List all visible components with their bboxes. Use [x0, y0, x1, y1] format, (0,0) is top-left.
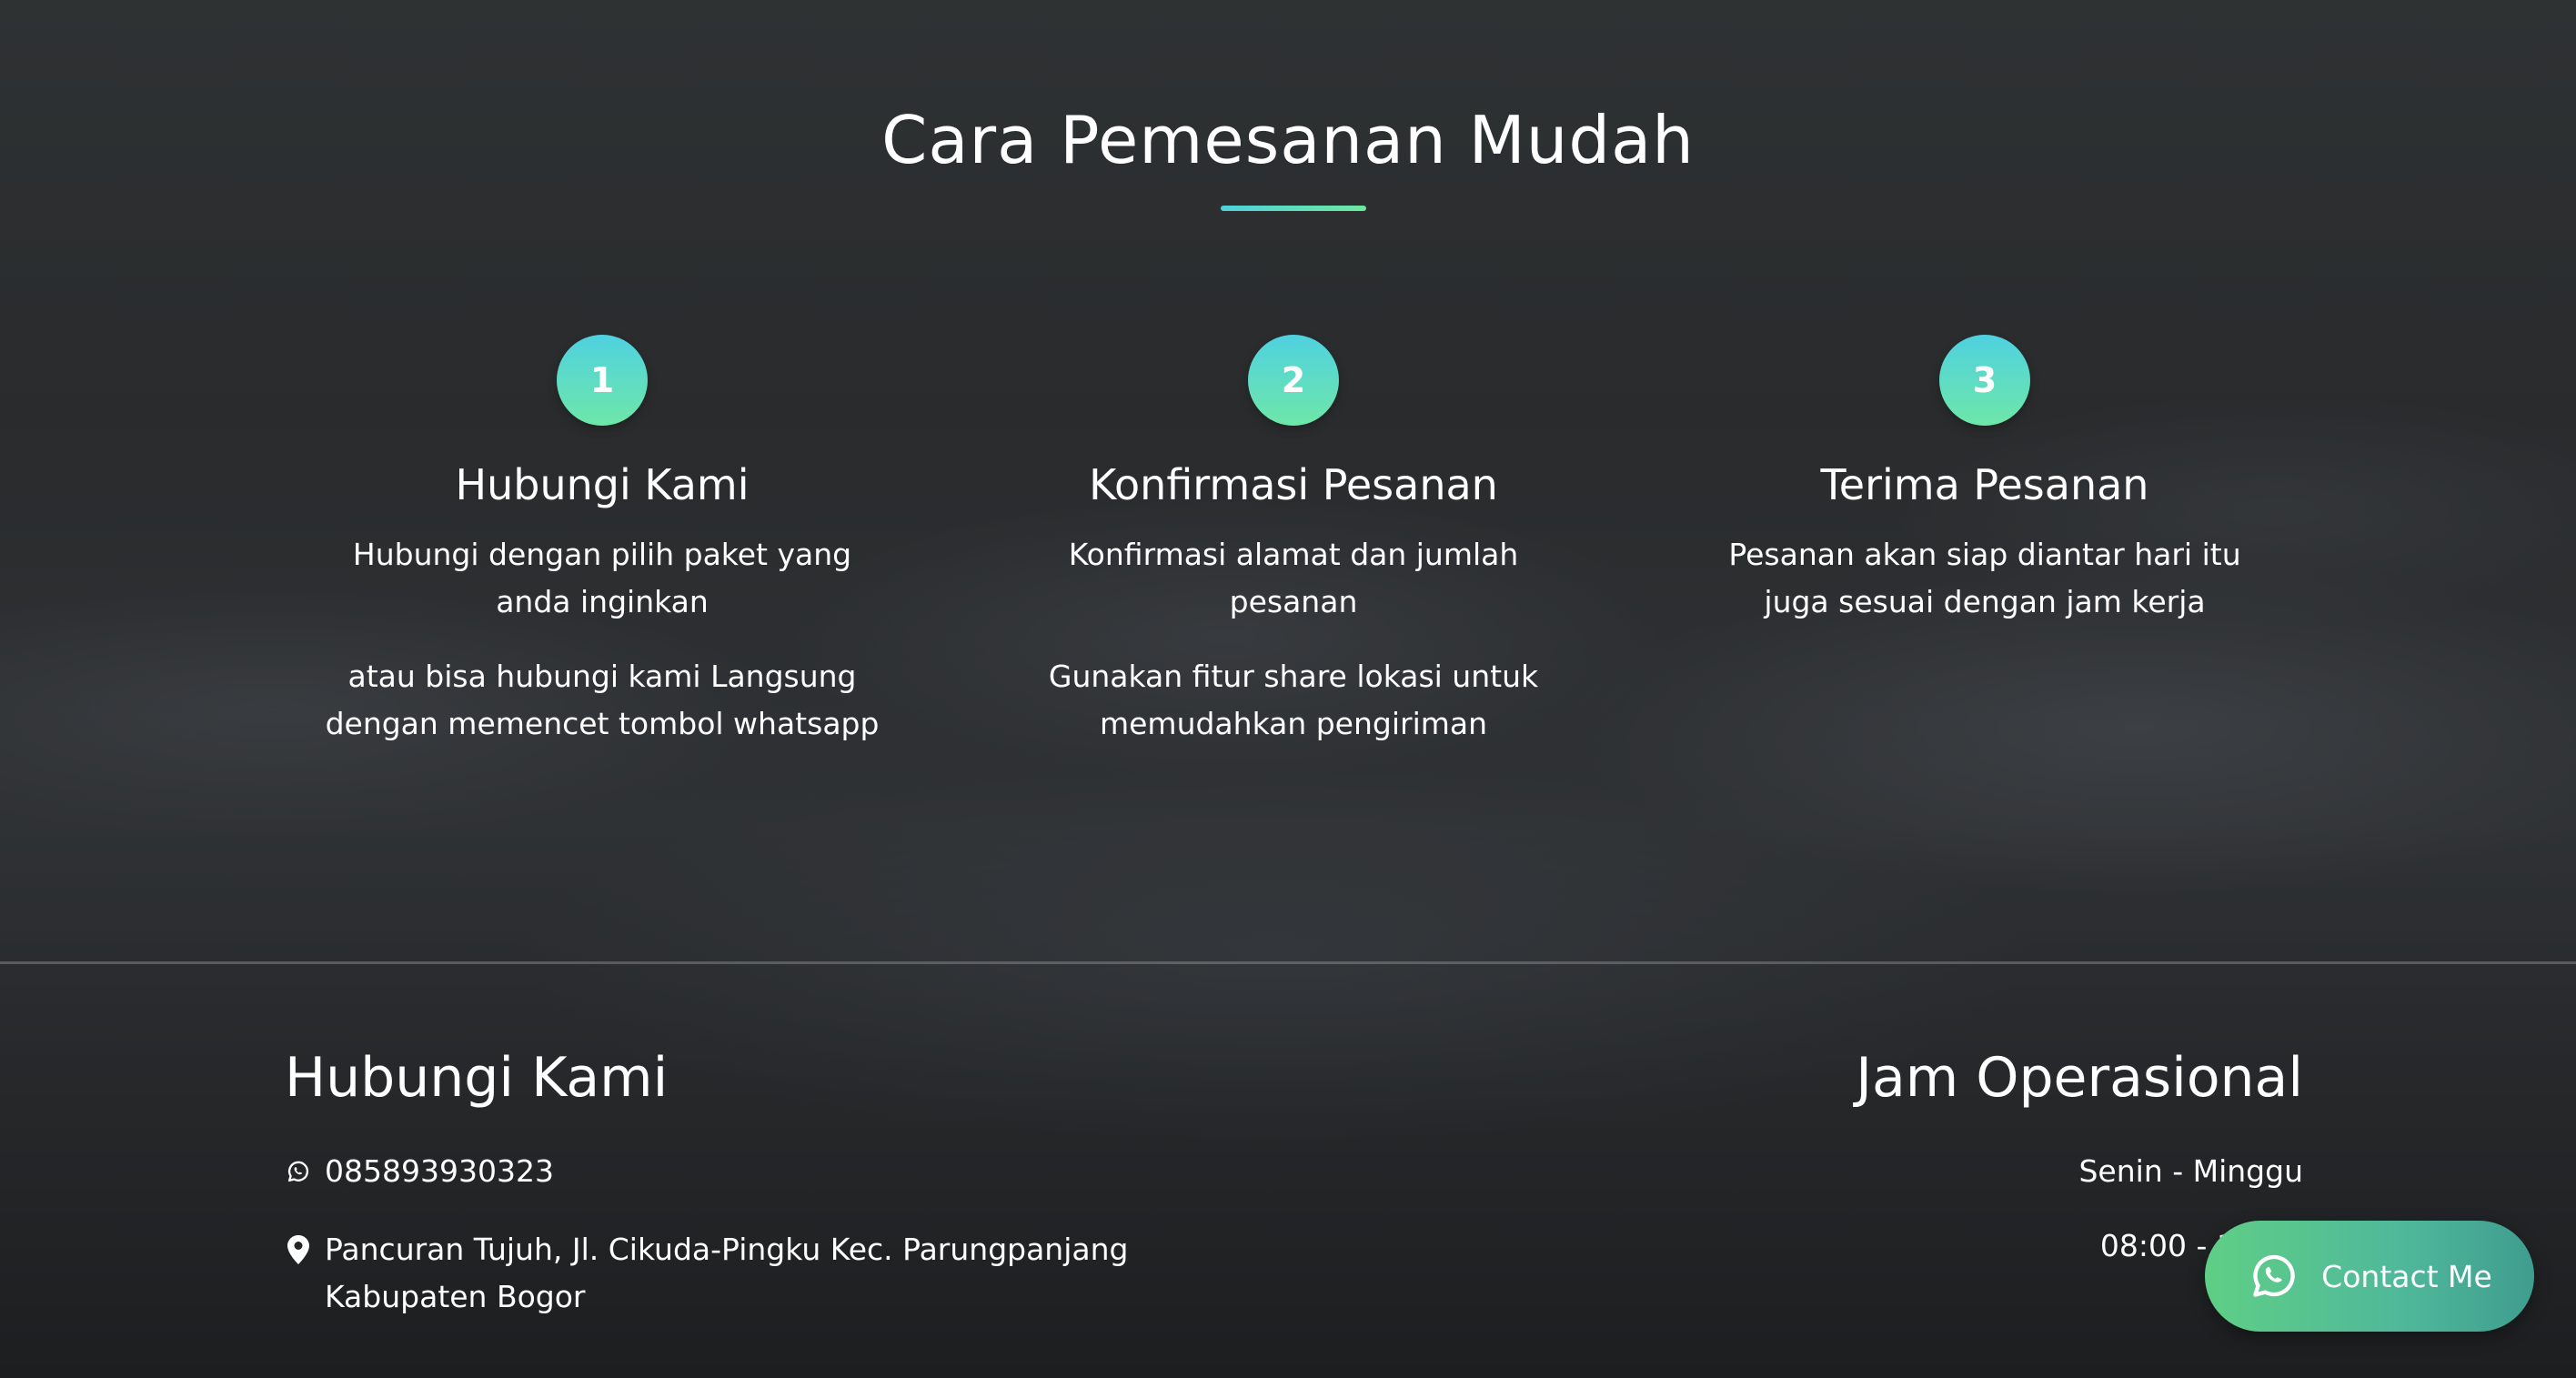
step-number-badge: 2 — [1248, 335, 1339, 426]
step-title: Konfirmasi Pesanan — [1089, 460, 1498, 509]
footer-phone-text: 085893930323 — [325, 1153, 554, 1189]
step-number-badge: 1 — [557, 335, 648, 426]
step-description: Pesanan akan siap diantar hari itu juga … — [1728, 537, 2241, 619]
step-description: Gunakan fitur share lokasi untuk memudah… — [1048, 659, 1539, 741]
footer-contact: Hubungi Kami 085893930323 Pancuran Tujuh… — [285, 1046, 1194, 1321]
footer-hours-heading: Jam Operasional — [1856, 1046, 2303, 1110]
map-marker-icon — [285, 1226, 312, 1273]
footer-phone-row[interactable]: 085893930323 — [285, 1148, 1194, 1195]
footer-address-row: Pancuran Tujuh, Jl. Cikuda-Pingku Kec. P… — [285, 1226, 1194, 1321]
step-title: Hubungi Kami — [455, 460, 750, 509]
footer-hours-days: Senin - Minggu — [2078, 1153, 2303, 1189]
step-number-badge: 3 — [1939, 335, 2030, 426]
section-title: Cara Pemesanan Mudah — [881, 102, 1695, 178]
step-1: 1 Hubungi Kami Hubungi dengan pilih pake… — [311, 335, 893, 748]
step-description: Konfirmasi alamat dan jumlah pesanan — [1068, 537, 1519, 619]
footer-address-text: Pancuran Tujuh, Jl. Cikuda-Pingku Kec. P… — [325, 1232, 1129, 1314]
step-3: 3 Terima Pesanan Pesanan akan siap diant… — [1694, 335, 2276, 626]
step-description: atau bisa hubungi kami Langsung dengan m… — [325, 659, 880, 741]
page: Cara Pemesanan Mudah 1 Hubungi Kami Hubu… — [0, 0, 2576, 1378]
step-description: Hubungi dengan pilih paket yang anda ing… — [352, 537, 852, 619]
footer-hours: Jam Operasional Senin - Minggu 08:00 - 1… — [1666, 1046, 2303, 1270]
step-2: 2 Konfirmasi Pesanan Konfirmasi alamat d… — [1002, 335, 1585, 748]
step-title: Terima Pesanan — [1820, 460, 2149, 509]
contact-me-button[interactable]: Contact Me — [2205, 1221, 2534, 1332]
contact-me-label: Contact Me — [2321, 1258, 2492, 1294]
whatsapp-icon — [2247, 1249, 2301, 1303]
title-underline — [1221, 206, 1366, 211]
whatsapp-icon — [285, 1148, 312, 1195]
section-divider — [0, 961, 2576, 964]
footer-contact-heading: Hubungi Kami — [285, 1046, 669, 1110]
